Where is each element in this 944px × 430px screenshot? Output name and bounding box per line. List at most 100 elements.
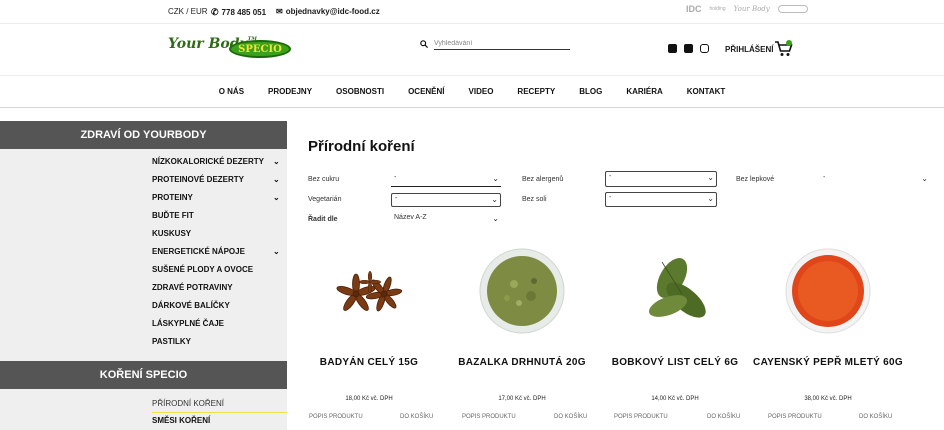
brand-idc[interactable]: IDC	[686, 4, 702, 14]
social-links	[668, 44, 709, 53]
sort-label: Řadit dle	[308, 216, 338, 223]
brand-yourbody[interactable]: Your Body	[734, 5, 770, 13]
add-to-cart-link[interactable]: DO KOŠÍKU	[400, 414, 433, 420]
sort-select[interactable]: Název A-Z ⌄	[391, 213, 501, 227]
sidebar-item[interactable]: BUĎTE FIT	[152, 211, 287, 229]
login-link[interactable]: PŘIHLÁŠENÍ	[725, 45, 773, 54]
sidebar-item[interactable]: ENERGETICKÉ NÁPOJE ⌄	[152, 247, 287, 265]
search-bar	[420, 38, 570, 50]
sidebar-item-spice-mixes[interactable]: SMĚSI KOŘENÍ	[152, 416, 287, 430]
sidebar-item[interactable]: LÁSKYPLNÉ ČAJE	[152, 319, 287, 337]
product-detail-link[interactable]: POPIS PRODUKTU	[309, 414, 363, 420]
add-to-cart-link[interactable]: DO KOŠÍKU	[707, 414, 740, 420]
product-card[interactable]: BOBKOVÝ LIST CELÝ 6G 14,00 Kč vč. DPH	[600, 248, 750, 402]
search-input[interactable]	[434, 38, 570, 50]
filter-allergen-select[interactable]: - ⌄	[605, 171, 717, 187]
search-icon[interactable]	[420, 40, 428, 48]
sidebar-item[interactable]: KUSKUSY	[152, 229, 287, 247]
phone-number: 778 485 051	[221, 8, 267, 17]
brand-specio[interactable]	[777, 5, 808, 13]
sidebar-item[interactable]: PASTILKY	[152, 337, 287, 355]
sidebar-item[interactable]: ZDRAVÉ POTRAVINY	[152, 283, 287, 301]
sidebar-heading[interactable]: ZDRAVÍ OD YOURBODY	[0, 121, 287, 149]
instagram-icon[interactable]	[700, 44, 709, 53]
product-image-cayenne[interactable]	[785, 248, 871, 334]
sidebar-item[interactable]: NÍZKOKALORICKÉ DEZERTY ⌄	[152, 157, 287, 175]
brand-holding[interactable]: holding	[710, 6, 726, 12]
header: Your BodyTM SPECIO PŘIHLÁŠENÍ	[0, 24, 944, 76]
add-to-cart-link[interactable]: DO KOŠÍKU	[554, 414, 587, 420]
chevron-down-icon: ⌄	[921, 174, 928, 183]
chevron-down-icon: ⌄	[492, 214, 499, 223]
product-image-basil[interactable]	[479, 248, 565, 334]
filter-salt-select[interactable]: - ⌄	[605, 192, 717, 207]
add-to-cart-link[interactable]: DO KOŠÍKU	[859, 414, 892, 420]
nav-stores[interactable]: PRODEJNY	[268, 87, 312, 96]
phone-icon: ✆	[211, 7, 219, 17]
brand-logos: IDC holding Your Body	[686, 4, 808, 14]
nav-blog[interactable]: BLOG	[579, 87, 602, 96]
filter-gluten-label: Bez lepkové	[736, 176, 775, 183]
filter-allergen-label: Bez alergenů	[522, 176, 564, 183]
product-card[interactable]: BAZALKA DRHNUTÁ 20G 17,00 Kč vč. DPH	[447, 248, 597, 402]
product-card[interactable]: CAYENSKÝ PEPŘ MLETÝ 60G 38,00 Kč vč. DPH	[753, 248, 903, 402]
filter-sugar-select[interactable]: - ⌄	[391, 173, 501, 187]
nav-recipes[interactable]: RECEPTY	[517, 87, 555, 96]
product-name[interactable]: BADYÁN CELÝ 15G	[294, 356, 444, 369]
product-name[interactable]: BAZALKA DRHNUTÁ 20G	[447, 356, 597, 369]
nav-video[interactable]: VIDEO	[469, 87, 494, 96]
product-name[interactable]: CAYENSKÝ PEPŘ MLETÝ 60G	[753, 356, 903, 369]
filter-veg-select[interactable]: - ⌄	[391, 193, 501, 207]
product-detail-link[interactable]: POPIS PRODUKTU	[614, 414, 668, 420]
top-bar: CZK / EUR ✆ 778 485 051 ✉ objednavky@idc…	[0, 0, 944, 24]
chevron-down-icon: ⌄	[491, 195, 498, 204]
sidebar-item[interactable]: PROTEINOVÉ DEZERTY ⌄	[152, 175, 287, 193]
product-image-star-anise[interactable]	[326, 248, 412, 334]
filter-veg-label: Vegetarián	[308, 196, 342, 203]
mail-icon: ✉	[276, 7, 283, 16]
product-price: 38,00 Kč vč. DPH	[804, 396, 852, 402]
chevron-down-icon[interactable]: ⌄	[273, 193, 280, 203]
sidebar-item[interactable]: DÁRKOVÉ BALÍČKY	[152, 301, 287, 319]
sidebar-item[interactable]: SUŠENÉ PLODY A OVOCE	[152, 265, 287, 283]
product-detail-link[interactable]: POPIS PRODUKTU	[768, 414, 822, 420]
chevron-down-icon: ⌄	[707, 194, 714, 203]
cart-button[interactable]	[774, 40, 794, 63]
product-image-bay-leaf[interactable]	[632, 248, 718, 334]
main-nav: O NÁS PRODEJNY OSOBNOSTI OCENĚNÍ VIDEO R…	[0, 76, 944, 108]
chevron-down-icon: ⌄	[492, 174, 499, 183]
facebook-icon[interactable]	[684, 44, 693, 53]
currency-switch[interactable]: CZK / EUR	[168, 7, 208, 16]
youtube-icon[interactable]	[668, 44, 677, 53]
product-price: 14,00 Kč vč. DPH	[651, 396, 699, 402]
product-price: 17,00 Kč vč. DPH	[498, 396, 546, 402]
nav-career[interactable]: KARIÉRA	[626, 87, 662, 96]
phone-contact[interactable]: ✆ 778 485 051	[211, 7, 266, 18]
filter-sugar-label: Bez cukru	[308, 176, 340, 183]
sidebar-heading-specio[interactable]: KOŘENÍ SPECIO	[0, 361, 287, 389]
product-card[interactable]: BADYÁN CELÝ 15G 18,00 Kč vč. DPH	[294, 248, 444, 402]
email-contact[interactable]: ✉ objednavky@idc-food.cz	[276, 7, 380, 16]
category-sidebar: ZDRAVÍ OD YOURBODY NÍZKOKALORICKÉ DEZERT…	[0, 121, 287, 430]
nav-contact[interactable]: KONTAKT	[687, 87, 726, 96]
nav-about[interactable]: O NÁS	[219, 87, 244, 96]
product-detail-link[interactable]: POPIS PRODUKTU	[462, 414, 516, 420]
sidebar-list-specio: PŘÍRODNÍ KOŘENÍ SMĚSI KOŘENÍ	[0, 399, 287, 430]
sidebar-list: NÍZKOKALORICKÉ DEZERTY ⌄ PROTEINOVÉ DEZER…	[0, 149, 287, 355]
page-title: Přírodní koření	[308, 138, 415, 155]
chevron-down-icon[interactable]: ⌄	[273, 247, 280, 257]
chevron-down-icon[interactable]: ⌄	[273, 157, 280, 167]
sidebar-item-natural-spices[interactable]: PŘÍRODNÍ KOŘENÍ	[152, 399, 287, 413]
nav-awards[interactable]: OCENĚNÍ	[408, 87, 444, 96]
filter-salt-label: Bez soli	[522, 196, 547, 203]
chevron-down-icon[interactable]: ⌄	[273, 175, 280, 185]
cart-icon	[775, 40, 793, 56]
sidebar-item[interactable]: PROTEINY ⌄	[152, 193, 287, 211]
specio-logo[interactable]: SPECIO	[229, 40, 291, 58]
email-address: objednavky@idc-food.cz	[285, 7, 380, 16]
product-name[interactable]: BOBKOVÝ LIST CELÝ 6G	[600, 356, 750, 369]
chevron-down-icon: ⌄	[707, 173, 714, 182]
nav-personalities[interactable]: OSOBNOSTI	[336, 87, 384, 96]
product-price: 18,00 Kč vč. DPH	[345, 396, 393, 402]
filter-gluten-select[interactable]: - ⌄	[820, 173, 930, 187]
